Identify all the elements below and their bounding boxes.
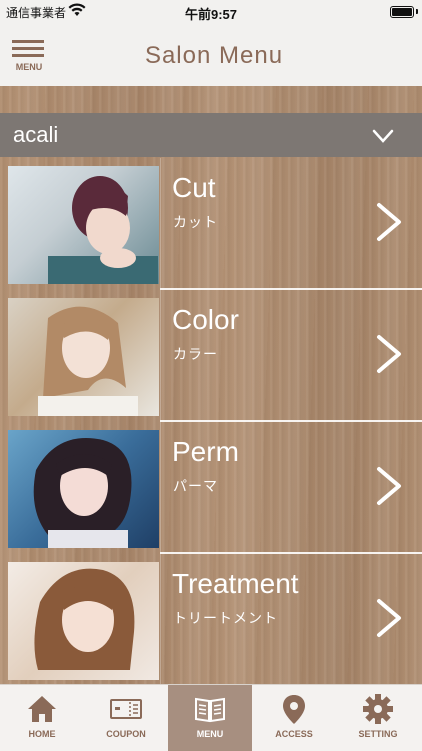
home-icon (28, 696, 56, 722)
menu-item-subtitle: カラー (173, 347, 218, 363)
chevron-right-icon (377, 335, 401, 373)
menu-item-title: Cut (172, 172, 216, 203)
coupon-icon (110, 699, 142, 719)
tab-access[interactable]: ACCESS (252, 685, 336, 751)
color-photo (8, 298, 159, 416)
tab-label: MENU (196, 729, 224, 739)
menu-item-subtitle: パーマ (173, 479, 218, 495)
menu-item-subtitle: トリートメント (173, 611, 278, 627)
gear-icon (363, 694, 393, 724)
battery-icon (390, 6, 414, 18)
salon-name: acali (13, 122, 59, 147)
tab-label: SETTING (358, 729, 398, 739)
cut-photo (8, 166, 159, 284)
menu-item-perm[interactable]: Perm パーマ (0, 422, 422, 554)
tab-label: ACCESS (275, 729, 313, 739)
map-pin-icon (283, 695, 305, 724)
treatment-photo (8, 562, 159, 680)
book-icon (195, 697, 225, 723)
chevron-right-icon (377, 203, 401, 241)
menu-item-title: Color (172, 304, 239, 335)
page-title: Salon Menu (144, 42, 284, 69)
menu-item-treatment[interactable]: Treatment トリートメント (0, 554, 422, 684)
menu-item-cut[interactable]: Cut カット (0, 158, 422, 290)
clock: 午前9:57 (184, 7, 238, 22)
salon-selector[interactable]: acali (0, 113, 422, 157)
app-header: MENU Salon Menu (0, 24, 422, 86)
status-bar: 通信事業者 午前9:57 (0, 0, 422, 24)
tab-label: COUPON (106, 729, 146, 739)
tab-bar: HOME COUPON MENU ACCESS SETTING (0, 684, 422, 751)
tab-menu[interactable]: MENU (168, 685, 252, 751)
perm-photo (8, 430, 159, 548)
tab-home[interactable]: HOME (0, 685, 84, 751)
menu-item-color[interactable]: Color カラー (0, 290, 422, 422)
chevron-down-icon (372, 129, 394, 143)
tab-coupon[interactable]: COUPON (84, 685, 168, 751)
chevron-right-icon (377, 467, 401, 505)
menu-item-title: Treatment (172, 568, 299, 599)
tab-label: HOME (28, 729, 56, 739)
menu-item-subtitle: カット (173, 215, 218, 231)
tab-setting[interactable]: SETTING (336, 685, 420, 751)
menu-item-title: Perm (172, 436, 239, 467)
chevron-right-icon (377, 599, 401, 637)
